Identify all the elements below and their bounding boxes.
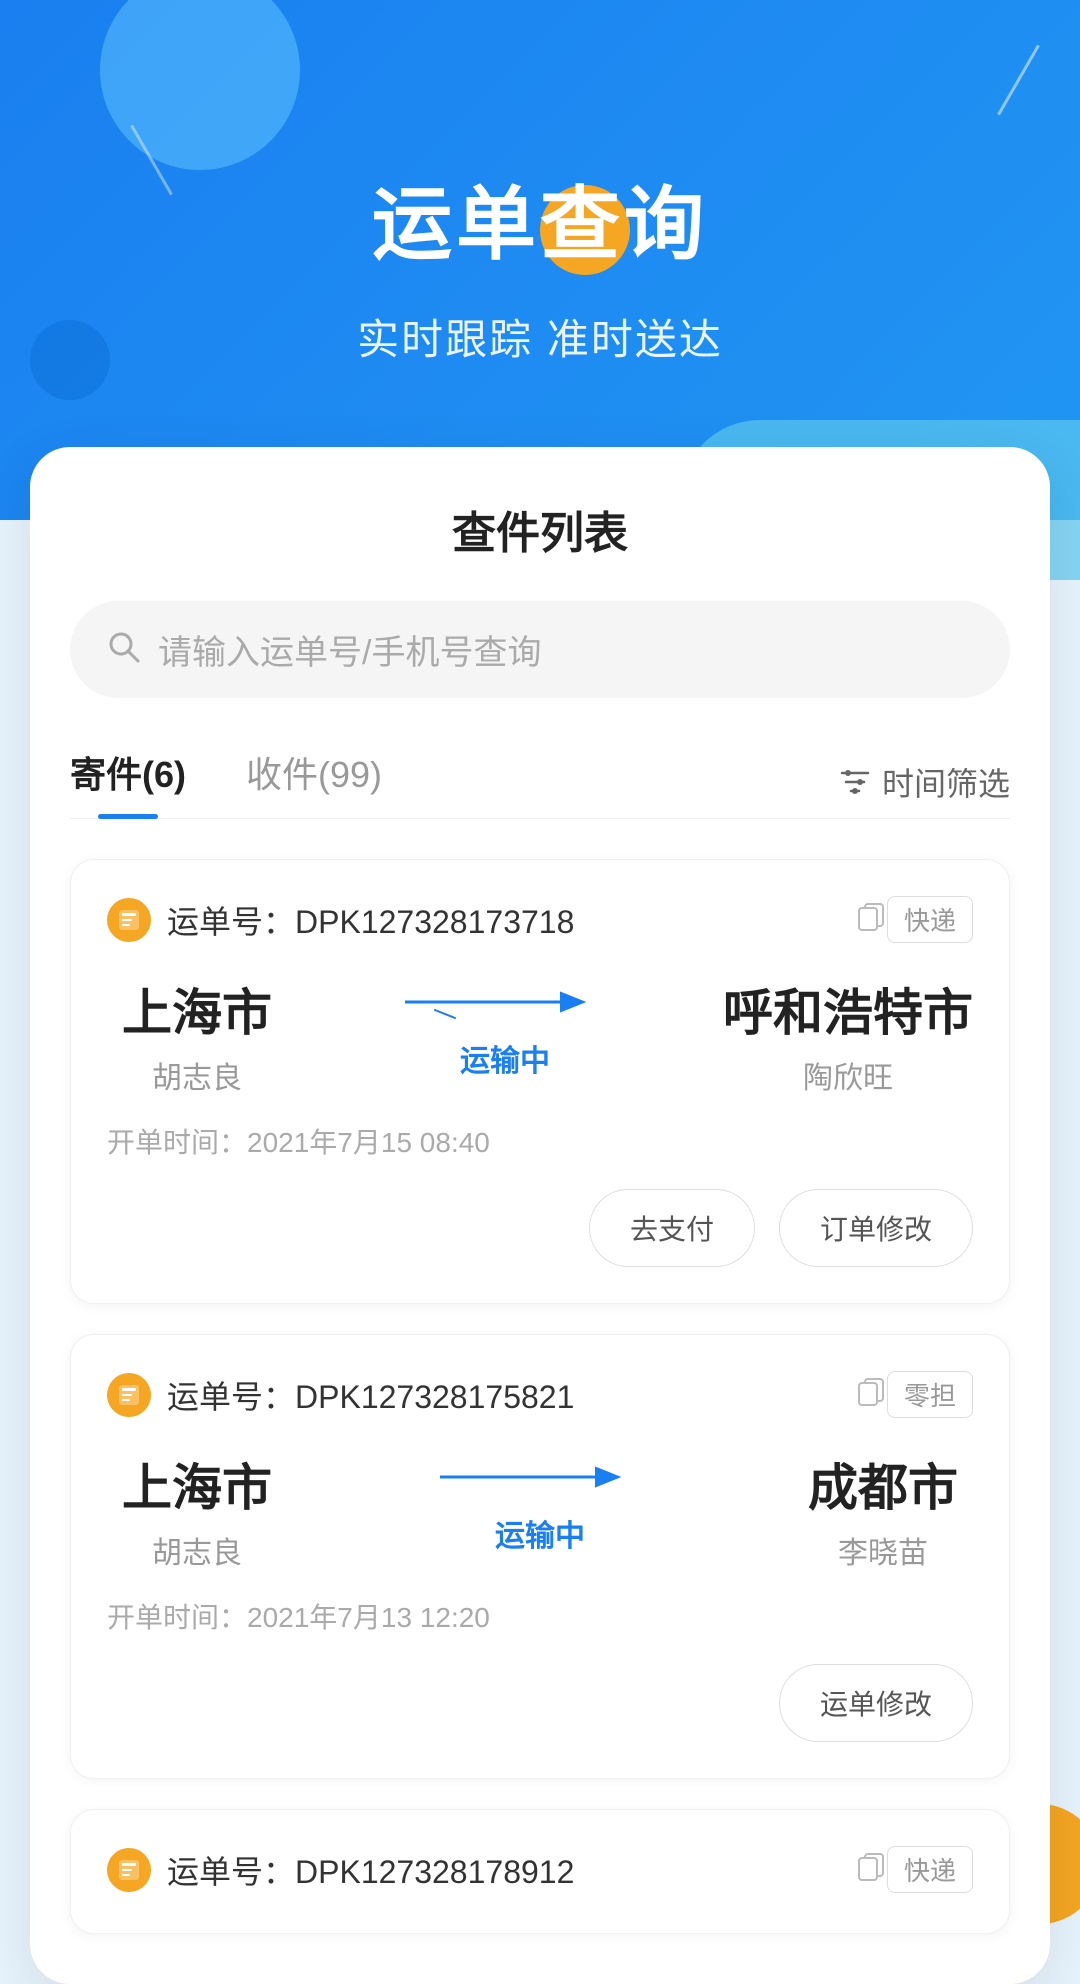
tag-2: 零担 [887,1371,973,1418]
edit-waybill-button[interactable]: 运单修改 [779,1664,973,1742]
route-2: 上海市 胡志良 运输中 成都市 李晓苗 [107,1448,973,1572]
waybill-number-3: 运单号：DPK127328178912 [167,1847,843,1893]
route-status-2: 运输中 [495,1511,585,1555]
open-time-1: 开单时间：2021年7月15 08:40 [107,1121,973,1161]
search-icon [106,629,142,670]
tabs-bar: 寄件(6) 收件(99) 时间筛选 [70,746,1010,819]
tag-1: 快递 [887,896,973,943]
main-title: 运单查询 [0,160,1080,276]
waybill-icon-2 [107,1373,151,1417]
sub-title: 实时跟踪 准时送达 [0,306,1080,367]
tag-3: 快递 [887,1846,973,1893]
package-card-1: 运单号：DPK127328173718 快递 上海市 胡志良 [70,859,1010,1304]
action-btns-1: 去支付 订单修改 [107,1189,973,1267]
card-title: 查件列表 [70,497,1010,561]
main-card: 查件列表 请输入运单号/手机号查询 寄件(6) 收件(99) [30,447,1050,1984]
route-arrow-svg-1 [405,990,605,1026]
tab-send[interactable]: 寄件(6) [70,746,186,818]
package-header-3: 运单号：DPK127328178912 快递 [107,1846,973,1893]
route-middle-2: 运输中 [287,1465,793,1555]
waybill-number-1: 运单号：DPK127328173718 [167,897,843,943]
waybill-icon-1 [107,898,151,942]
filter-button[interactable]: 时间筛选 [838,759,1010,805]
route-middle-1: 运输中 [287,990,723,1080]
package-card-3: 运单号：DPK127328178912 快递 [70,1809,1010,1934]
filter-label: 时间筛选 [882,759,1010,805]
route-1: 上海市 胡志良 运输中 呼和浩特市 陶欣旺 [107,973,973,1097]
waybill-number-2: 运单号：DPK127328175821 [167,1372,843,1418]
package-card-2: 运单号：DPK127328175821 零担 上海市 胡志良 运输中 [70,1334,1010,1779]
city-to-2: 成都市 李晓苗 [793,1448,973,1572]
package-header-2: 运单号：DPK127328175821 零担 [107,1371,973,1418]
route-status-1: 运输中 [460,1036,550,1080]
city-to-1: 呼和浩特市 陶欣旺 [723,973,973,1097]
waybill-icon-3 [107,1848,151,1892]
search-placeholder: 请输入运单号/手机号查询 [158,625,974,674]
header: 运单查询 实时跟踪 准时送达 [0,0,1080,367]
copy-icon-3[interactable] [855,1850,887,1890]
city-from-2: 上海市 胡志良 [107,1448,287,1572]
edit-order-button[interactable]: 订单修改 [779,1189,973,1267]
action-btns-2: 运单修改 [107,1664,973,1742]
package-header-1: 运单号：DPK127328173718 快递 [107,896,973,943]
search-bar[interactable]: 请输入运单号/手机号查询 [70,601,1010,698]
pay-button[interactable]: 去支付 [589,1189,755,1267]
open-time-2: 开单时间：2021年7月13 12:20 [107,1596,973,1636]
tab-receive[interactable]: 收件(99) [246,746,382,818]
copy-icon-1[interactable] [855,900,887,940]
city-from-1: 上海市 胡志良 [107,973,287,1097]
filter-icon [838,765,872,799]
route-arrow-svg-2 [440,1465,640,1501]
copy-icon-2[interactable] [855,1375,887,1415]
